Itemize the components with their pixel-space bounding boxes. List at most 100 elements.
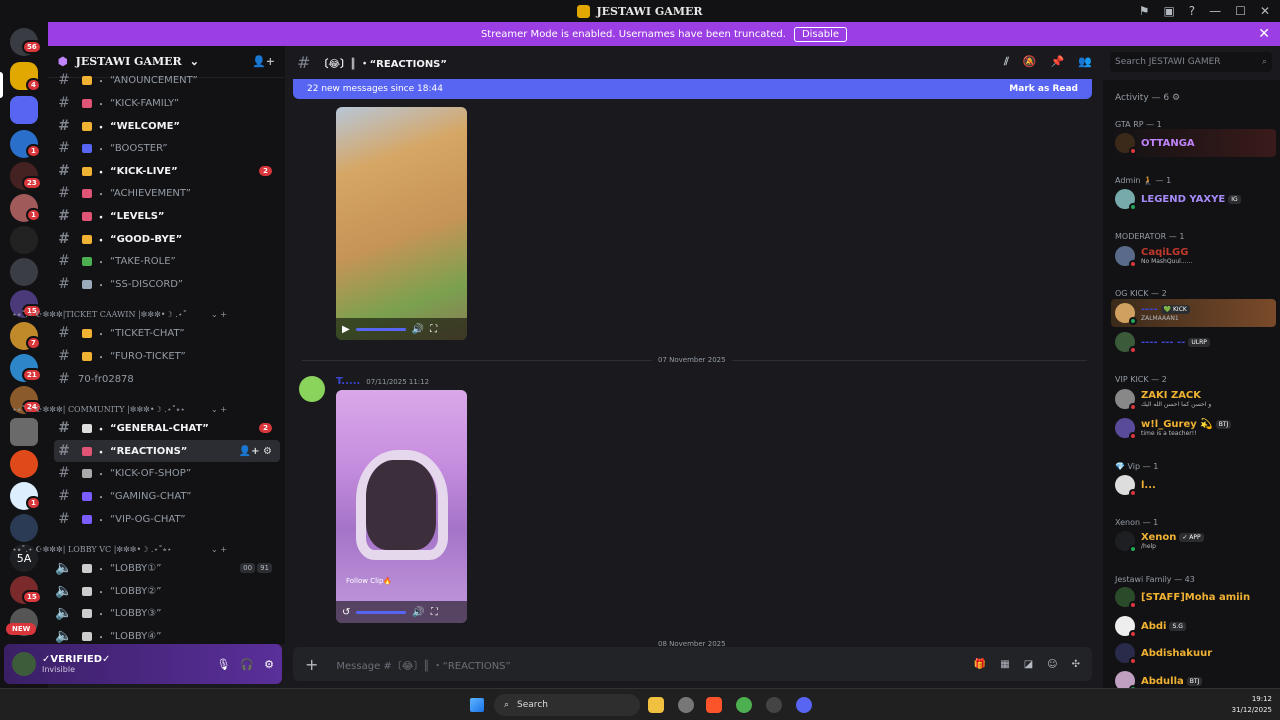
member-item[interactable]: OTTANGA [1111,129,1276,157]
channel-item[interactable]: # ・ “LEVELS” [54,205,280,227]
server-icon[interactable] [10,450,38,478]
member-item[interactable]: ---- 💚 KICK ZALMAAAN1 [1111,299,1276,327]
brave-icon[interactable] [706,697,722,713]
close-button[interactable]: ✕ [1260,4,1270,18]
member-item[interactable]: Abdi S.G [1111,612,1276,640]
mark-as-read-button[interactable]: Mark as Read [1009,84,1078,94]
channel-item[interactable]: # ・ “WELCOME” [54,115,280,137]
new-messages-bar[interactable]: 22 new messages since 18:44 Mark as Read [293,79,1092,99]
volume-icon[interactable]: 🔊 [412,324,424,335]
member-item[interactable]: ---- --- -- ULRP [1111,328,1276,356]
file-explorer-icon[interactable] [648,697,664,713]
channel-item[interactable]: # ・ “BOOSTER” [54,137,280,159]
channel-settings-icon[interactable]: 👤+ ⚙ [239,446,272,457]
channel-item[interactable]: # ・ “GAMING-CHAT” [54,485,280,507]
apps-icon[interactable]: ✣ [1072,659,1080,670]
member-item[interactable]: Abdulla BTJ [1111,667,1276,688]
member-item[interactable]: w!l_Gurey 💫 BTJ time is a teacher!! [1111,414,1276,442]
headphones-icon[interactable]: 🎧 [240,658,254,671]
member-item[interactable]: Xenon ✓ APP/help [1111,527,1276,555]
server-icon[interactable] [10,418,38,446]
server-icon[interactable] [10,258,38,286]
server-icon[interactable] [10,226,38,254]
close-banner-icon[interactable]: ✕ [1258,26,1270,42]
member-item[interactable]: [STAFF]Moha amiin [1111,583,1276,611]
video-attachment[interactable]: Follow Clip🔥 ↺ 🔊 ⛶ [336,390,467,623]
message-input[interactable]: Message #〔😂〕║ ・“REACTIONS” [336,657,510,672]
replay-icon[interactable]: ↺ [342,607,350,618]
channel-item[interactable]: # ・ “ANOUNCEMENT” [54,69,280,91]
channel-item[interactable]: # ・ “SS-DISCORD” [54,273,280,295]
category-community[interactable]: ⋆⭒˚.⋆ ☪︎✼✼✼| COMMUNITY |✼✼✼•☽ .⋆˚⭒⋆ ⌄ + [12,405,227,415]
new-servers-pill[interactable]: NEW [6,623,37,635]
channel-item[interactable]: #70-fr02878 [54,368,280,390]
notifications-icon[interactable]: 🔕 [1023,55,1037,69]
inbox-icon[interactable]: ⚑ [1139,4,1150,18]
play-icon[interactable]: ▶ [342,324,350,335]
channel-item[interactable]: # ・ “VIP-OG-CHAT” [54,508,280,530]
plus-icon[interactable]: + [305,655,318,674]
fullscreen-icon[interactable]: ⛶ [431,607,438,618]
seek-bar[interactable] [355,327,406,331]
clock[interactable]: 19:12 31/12/2025 [1232,694,1272,716]
taskbar-search[interactable]: ⌕ Search [494,694,640,716]
settings-gear-icon[interactable]: ⚙ [264,658,274,671]
gif-icon[interactable]: ▦ [1000,659,1009,670]
activity-header[interactable]: Activity — 6 ⚙ [1115,93,1180,103]
channel-item[interactable]: # ・ “KICK-FAMILY” [54,92,280,114]
channel-item[interactable]: 🔈 ・ “LOBBY③” [54,602,280,624]
member-item[interactable]: CaqiLGG No MashQuul...... [1111,242,1276,270]
category-ticket[interactable]: ⋆⭒˚.⋆ ☪︎✼✼✼|TICKET CAAWIN |✼✼✼•☽ .⋆˚ ⌄ + [12,310,227,320]
start-button[interactable] [470,698,484,712]
gift-icon[interactable]: 🎁 [974,659,986,670]
fullscreen-icon[interactable]: ⛶ [430,324,437,335]
screen-icon[interactable]: ▣ [1163,4,1174,18]
channel-item[interactable]: 🔈 ・ “LOBBY②” [54,580,280,602]
member-item[interactable]: l... [1111,471,1276,499]
avatar[interactable] [12,652,36,676]
channel-item[interactable]: # ・ “KICK-LIVE” 2 [54,160,280,182]
seek-bar[interactable] [356,610,407,614]
server-folder[interactable] [10,96,38,124]
avatar[interactable] [299,376,325,402]
disable-button[interactable]: Disable [793,26,848,42]
add-channel-icon[interactable]: ⌄ + [211,405,227,415]
channel-item[interactable]: # ・ “KICK-OF-SHOP” [54,462,280,484]
help-icon[interactable]: ? [1189,4,1195,18]
settings-icon[interactable] [678,697,694,713]
chrome-icon[interactable] [736,697,752,713]
channel-item[interactable]: 🔈 ・ “LOBBY①” 00 91 [54,557,280,579]
channel-item[interactable]: # ・ “GENERAL-CHAT” 2 [54,417,280,439]
message-composer[interactable]: + Message #〔😂〕║ ・“REACTIONS” 🎁 ▦ ◪ ☺ ✣ [293,647,1092,681]
category-lobby[interactable]: ⋆⭒˚.⋆ ☪︎✼✼✼| LOBBY VC |✼✼✼•☽ .⋆˚⭒⋆ ⌄ + [12,545,227,555]
channel-item[interactable]: # ・ “TICKET-CHAT” [54,322,280,344]
member-list-icon[interactable]: 👥 [1078,55,1092,69]
member-item[interactable]: ZAKI ZACK و احسن كما احسن الله اليك [1111,385,1276,413]
video-controls: ↺ 🔊 ⛶ [336,601,467,623]
volume-icon[interactable]: 🔊 [412,607,424,618]
add-channel-icon[interactable]: ⌄ + [211,545,227,555]
member-item[interactable]: Abdishakuur [1111,639,1276,667]
search-input[interactable]: Search JESTAWI GAMER ⌕ [1110,52,1272,72]
channel-item[interactable]: # ・ “TAKE-ROLE” [54,250,280,272]
channel-item[interactable]: # ・ “ACHIEVEMENT” [54,182,280,204]
server-icon[interactable] [10,514,38,542]
member-item[interactable]: LEGEND YAXYE IG [1111,185,1276,213]
sticker-icon[interactable]: ◪ [1024,659,1033,670]
obs-icon[interactable] [766,697,782,713]
video-attachment[interactable]: ▶ 🔊 ⛶ [336,107,467,340]
minimize-button[interactable]: — [1209,4,1221,18]
maximize-button[interactable]: ☐ [1235,4,1246,18]
chevron-down-icon: ⌄ [189,55,199,68]
discord-icon[interactable] [796,697,812,713]
add-channel-icon[interactable]: ⌄ + [211,310,227,320]
pin-icon[interactable]: 📌 [1051,55,1065,69]
emoji-icon[interactable]: ☺ [1047,659,1057,670]
channel-item[interactable]: # ・ “FURO-TICKET” [54,345,280,367]
channel-item[interactable]: # ・ “GOOD-BYE” [54,228,280,250]
threads-icon[interactable]: ⫽ [1004,55,1009,69]
message-author[interactable]: T..... [336,376,360,387]
microphone-icon[interactable]: 🎙 [216,658,230,671]
channel-item[interactable]: # ・ “REACTIONS” 👤+ ⚙ [54,440,280,462]
invite-icon[interactable]: 👤+ [252,55,275,68]
